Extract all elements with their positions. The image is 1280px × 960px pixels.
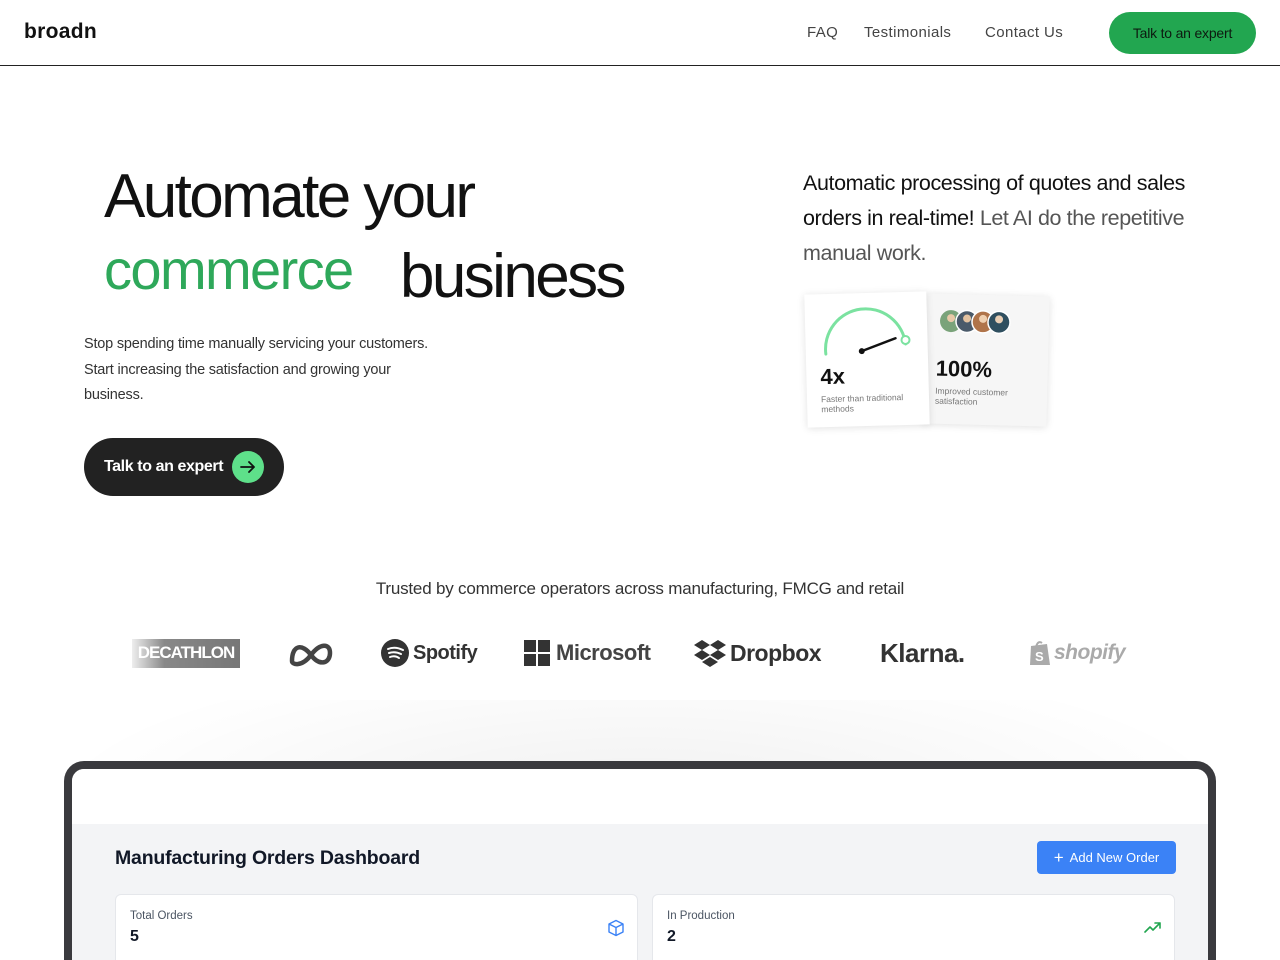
hero-subtitle: Stop spending time manually servicing yo… — [84, 336, 429, 403]
decathlon-logo: DECATHLON — [132, 636, 240, 670]
trusted-heading: Trusted by commerce operators across man… — [375, 579, 905, 598]
shopify-bag-icon: S — [1030, 641, 1050, 665]
stat-card-satisfaction: 100% Improved customer satisfaction — [922, 293, 1050, 427]
nav-link-contact[interactable]: Contact Us — [985, 24, 1063, 41]
shopify-logo: S shopify — [1028, 636, 1126, 670]
kpi-value: 2 — [667, 928, 676, 945]
kpi-value: 5 — [130, 928, 139, 945]
add-new-order-label: Add New Order — [1069, 850, 1160, 865]
nav-link-testimonials[interactable]: Testimonials — [864, 24, 951, 41]
svg-text:S: S — [1035, 649, 1044, 664]
add-new-order-button[interactable]: + Add New Order — [1037, 841, 1176, 874]
stat-note-satisfaction: Improved customer satisfaction — [934, 385, 1009, 407]
speed-gauge-icon — [824, 307, 911, 356]
spotify-icon — [381, 639, 409, 667]
brand-logo[interactable]: broadn — [24, 20, 97, 44]
dashboard-title: Manufacturing Orders Dashboard — [115, 847, 420, 869]
top-nav: broadn FAQ Testimonials Contact Us Talk … — [0, 0, 1280, 66]
nav-talk-to-expert-button[interactable]: Talk to an expert — [1109, 12, 1256, 54]
stat-card-speed: 4x Faster than traditional methods — [804, 291, 930, 428]
hero-right-copy: Automatic processing of quotes and sales… — [803, 166, 1203, 271]
dropbox-logo: Dropbox — [694, 636, 822, 670]
plus-icon: + — [1053, 848, 1064, 867]
customer-avatars — [940, 309, 1011, 335]
kpi-card-total-orders: Total Orders 5 — [115, 894, 638, 960]
klarna-logo: Klarna. — [880, 637, 965, 668]
hero-headline-line1: Automate your — [104, 162, 476, 231]
stat-value-100: 100% — [935, 355, 993, 383]
dashboard-screen: Manufacturing Orders Dashboard + Add New… — [72, 769, 1208, 960]
hero-headline-line2: business — [400, 242, 627, 311]
microsoft-logo: Microsoft — [524, 636, 651, 670]
hero-cta-label: Talk to an expert — [104, 458, 224, 475]
kpi-label: In Production — [667, 910, 735, 922]
trending-up-icon — [1144, 919, 1162, 942]
spotify-logo: Spotify — [381, 636, 478, 670]
kpi-label: Total Orders — [130, 910, 193, 922]
dropbox-icon — [694, 640, 726, 667]
meta-logo-icon — [288, 636, 334, 670]
kpi-card-in-production: In Production 2 — [652, 894, 1175, 960]
cube-icon — [607, 919, 625, 942]
nav-link-faq[interactable]: FAQ — [807, 24, 838, 41]
microsoft-icon — [524, 640, 550, 666]
stat-value-4x: 4x — [820, 363, 846, 390]
arrow-right-icon — [232, 451, 264, 483]
stat-note-speed: Faster than traditional methods — [820, 392, 904, 415]
dashboard-top-bar — [72, 769, 1208, 824]
hero-headline-highlight: commerce — [104, 238, 354, 301]
hero-talk-to-expert-button[interactable]: Talk to an expert — [84, 438, 284, 496]
